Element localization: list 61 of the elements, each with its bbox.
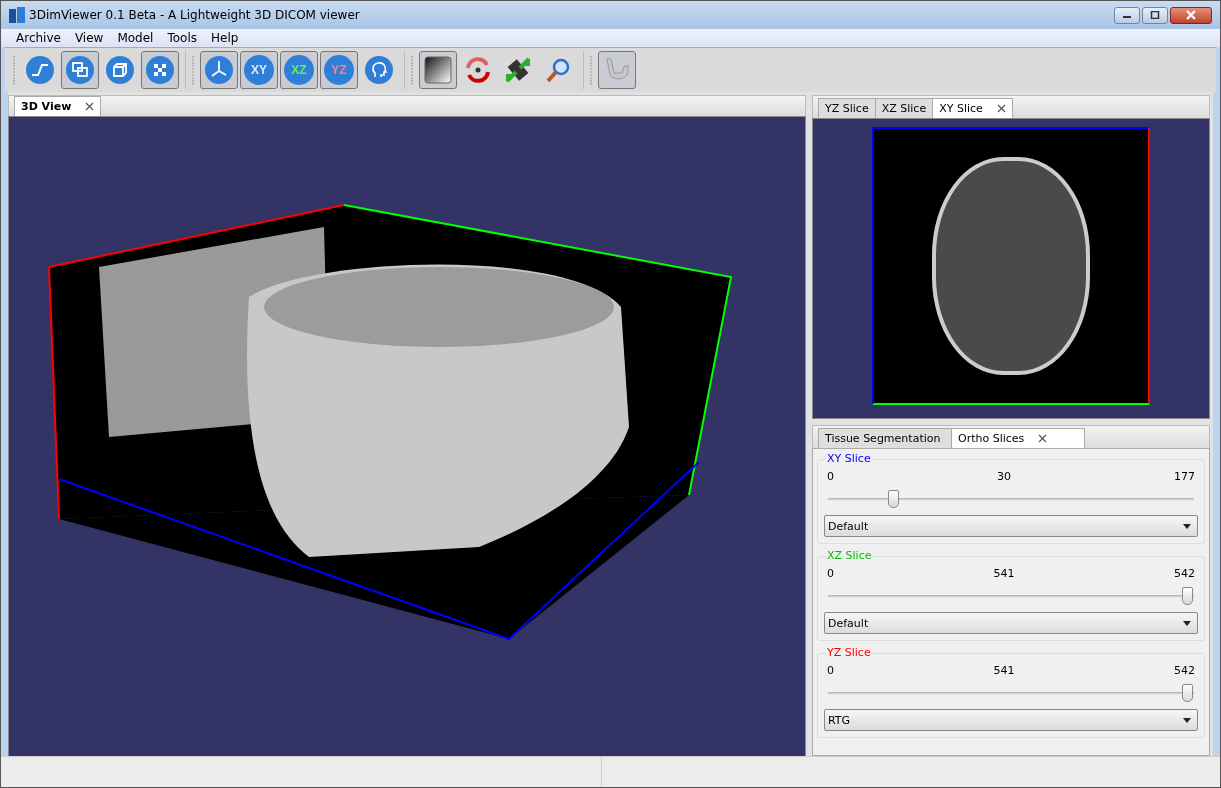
min-value: 0 — [827, 567, 834, 580]
slider-thumb[interactable] — [1182, 684, 1193, 702]
app-logo-icon — [9, 7, 25, 23]
close-icon — [1185, 10, 1197, 20]
rotate-arrows-icon — [463, 55, 493, 85]
group-title: XY Slice — [826, 452, 872, 465]
max-value: 542 — [1174, 567, 1195, 580]
min-value: 0 — [827, 470, 834, 483]
maximize-icon — [1150, 11, 1160, 19]
slice-tab[interactable]: XY Slice — [932, 98, 1013, 118]
close-tab-icon[interactable] — [1038, 434, 1048, 443]
current-value: 541 — [993, 664, 1015, 677]
dropdown-arrow-icon — [1183, 523, 1191, 529]
toolbar-button[interactable] — [61, 51, 99, 89]
slider-thumb[interactable] — [1182, 587, 1193, 605]
axes-icon — [204, 55, 234, 85]
close-tab-icon[interactable] — [996, 104, 1006, 113]
minimize-button[interactable] — [1114, 6, 1140, 24]
toolbar-grip-icon — [12, 54, 16, 86]
toolbar-grip-icon — [410, 54, 414, 86]
curve-icon — [25, 55, 55, 85]
max-value: 177 — [1174, 470, 1195, 483]
preset-dropdown[interactable]: Default — [824, 515, 1198, 537]
current-value: 541 — [993, 567, 1015, 580]
view-tab[interactable]: 3D View — [14, 96, 102, 116]
window-title: 3DimViewer 0.1 Beta - A Lightweight 3D DICOM viewer — [29, 8, 360, 22]
toolbar-button[interactable] — [141, 51, 179, 89]
dropdown-value: Default — [828, 519, 869, 533]
gradient-square-icon — [423, 55, 453, 85]
close-button[interactable] — [1170, 6, 1212, 24]
menu-item[interactable]: Archive — [9, 31, 68, 45]
max-value: 542 — [1174, 664, 1195, 677]
checker-icon — [145, 55, 175, 85]
toolbar-grip-icon — [191, 54, 195, 86]
maximize-button[interactable] — [1142, 6, 1168, 24]
dropdown-value: RTG — [828, 713, 851, 727]
preset-dropdown[interactable]: Default — [824, 612, 1198, 634]
menu-item[interactable]: View — [67, 31, 111, 45]
menu-item[interactable]: Tools — [160, 31, 204, 45]
menu-item[interactable]: Help — [204, 31, 246, 45]
panel-tab[interactable]: Ortho Slices — [951, 428, 1085, 448]
close-tab-icon[interactable] — [85, 102, 95, 111]
slider-thumb[interactable] — [888, 490, 900, 508]
toolbar-grip-icon — [589, 54, 593, 86]
overlapping-squares-icon — [65, 55, 95, 85]
head-outline-icon — [364, 55, 394, 85]
toolbar-button[interactable] — [200, 51, 238, 89]
preset-dropdown[interactable]: RTG — [824, 709, 1198, 731]
toolbar-button[interactable] — [419, 51, 457, 89]
panel-tab[interactable]: Tissue Segmentation — [818, 428, 952, 448]
current-value: 30 — [997, 470, 1011, 483]
dropdown-arrow-icon — [1183, 717, 1191, 723]
group-title: YZ Slice — [826, 646, 872, 659]
cube-icon — [105, 55, 135, 85]
dropdown-value: Default — [828, 616, 869, 630]
min-value: 0 — [827, 664, 834, 677]
diagonal-arrows-icon — [503, 55, 533, 85]
menu-item[interactable]: Model — [110, 31, 161, 45]
dropdown-arrow-icon — [1183, 620, 1191, 626]
group-title: XZ Slice — [826, 549, 873, 562]
slice-tab[interactable]: YZ Slice — [818, 98, 876, 118]
